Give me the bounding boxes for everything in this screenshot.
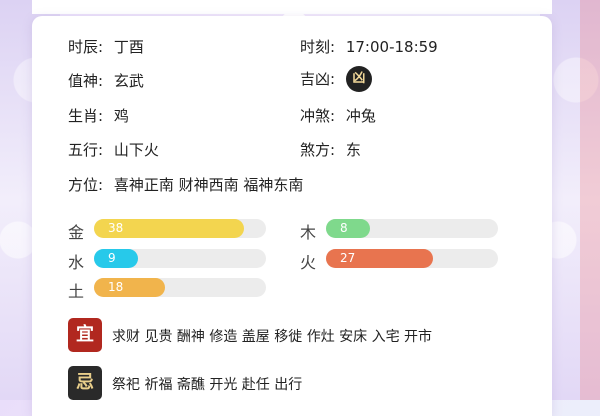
fangwei-label: 方位: <box>68 176 104 194</box>
yi-items: 求财 见贵 酬神 修造 盖屋 移徙 作灶 安床 入宅 开市 <box>112 329 433 345</box>
fangwei-row: 方位: 喜神正南 财神西南 福神东南 <box>68 174 303 195</box>
ji-items: 祭祀 祈福 斋醮 开光 赴任 出行 <box>112 377 303 393</box>
shike-label: 时刻: <box>300 38 336 56</box>
element-bar-tu: 18 <box>94 278 266 297</box>
element-bar-jin: 38 <box>94 219 266 238</box>
shike-row: 时刻: 17:00-18:59 <box>300 36 438 57</box>
hour-detail-card: 时辰: 丁酉 时刻: 17:00-18:59 值神: 玄武 吉凶: 凶 生肖: … <box>32 16 552 416</box>
zhishen-row: 值神: 玄武 <box>68 70 144 91</box>
shafang-label: 煞方: <box>300 141 336 159</box>
element-bar-fill-tu: 18 <box>94 278 165 297</box>
element-value-jin: 38 <box>108 221 124 235</box>
shengxiao-row: 生肖: 鸡 <box>68 105 129 126</box>
wuxing-value: 山下火 <box>113 141 159 159</box>
wuxing-label: 五行: <box>68 141 104 159</box>
element-bar-fill-shui: 9 <box>94 249 138 268</box>
shengxiao-value: 鸡 <box>113 107 129 125</box>
chongsha-row: 冲煞: 冲兔 <box>300 105 376 126</box>
shike-value: 17:00-18:59 <box>345 38 438 56</box>
element-label-mu: 木 <box>300 223 317 242</box>
ji-tag: 忌 <box>68 366 102 400</box>
xiong-badge: 凶 <box>345 66 372 92</box>
element-bar-mu: 8 <box>326 219 498 238</box>
yi-tag: 宜 <box>68 318 102 352</box>
element-bar-fill-mu: 8 <box>326 219 370 238</box>
shichen-value: 丁酉 <box>113 38 144 56</box>
element-label-jin: 金 <box>68 223 85 242</box>
shafang-value: 东 <box>345 141 361 159</box>
fangwei-value: 喜神正南 财神西南 福神东南 <box>113 176 304 194</box>
zhishen-value: 玄武 <box>113 72 144 90</box>
chongsha-label: 冲煞: <box>300 107 336 125</box>
shichen-label: 时辰: <box>68 38 104 56</box>
element-value-shui: 9 <box>108 251 116 265</box>
shengxiao-label: 生肖: <box>68 107 104 125</box>
element-value-tu: 18 <box>108 280 124 294</box>
shafang-row: 煞方: 东 <box>300 139 361 160</box>
element-bar-huo: 27 <box>326 249 498 268</box>
jixiong-row: 吉凶: 凶 <box>300 66 372 92</box>
zhishen-label: 值神: <box>68 72 104 90</box>
element-value-mu: 8 <box>340 221 348 235</box>
element-label-huo: 火 <box>300 253 317 272</box>
jixiong-label: 吉凶: <box>300 69 336 88</box>
wuxing-row: 五行: 山下火 <box>68 139 159 160</box>
element-bar-fill-huo: 27 <box>326 249 433 268</box>
shichen-row: 时辰: 丁酉 <box>68 36 144 57</box>
element-label-shui: 水 <box>68 253 85 272</box>
element-bar-fill-jin: 38 <box>94 219 244 238</box>
element-value-huo: 27 <box>340 251 356 265</box>
element-bar-shui: 9 <box>94 249 266 268</box>
chongsha-value: 冲兔 <box>345 107 376 125</box>
element-label-tu: 土 <box>68 282 85 301</box>
